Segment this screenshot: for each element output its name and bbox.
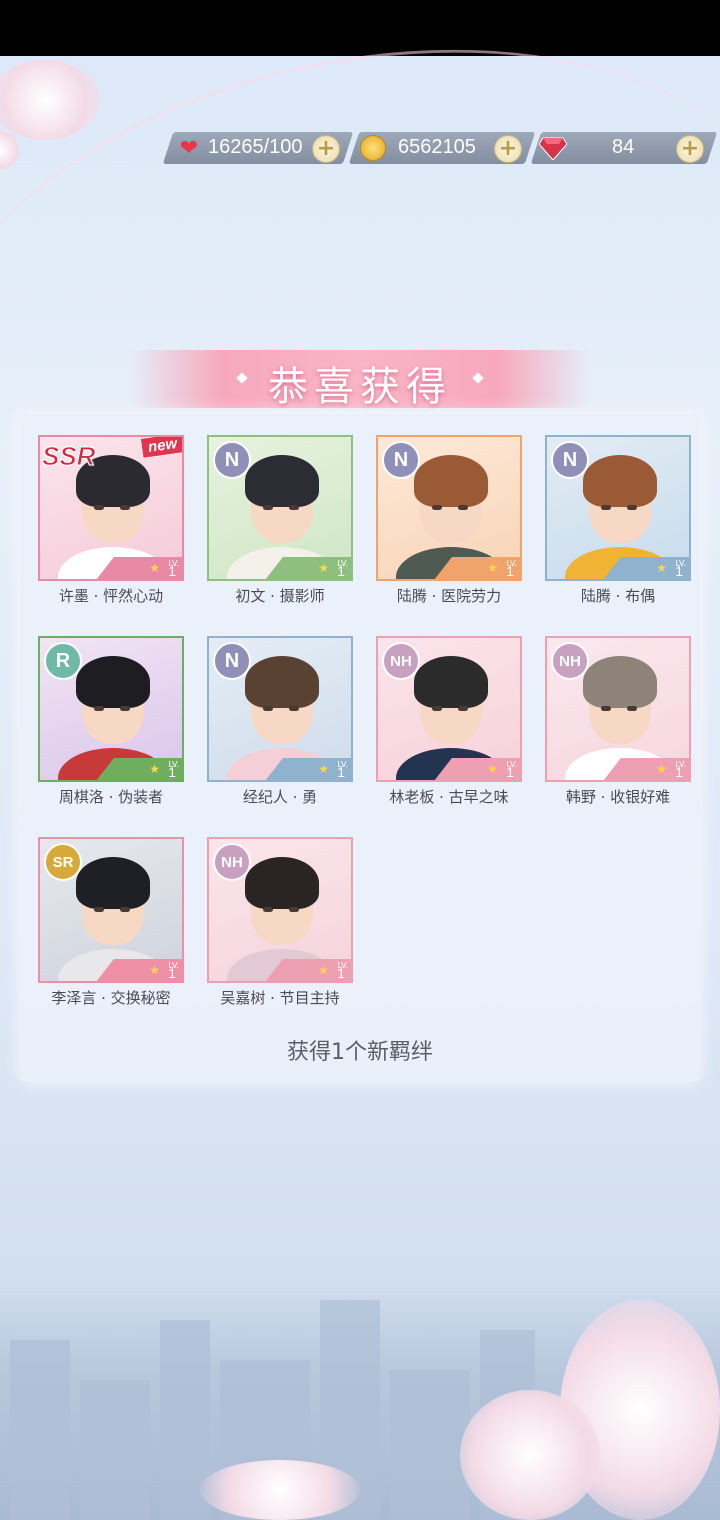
level-value: 1 xyxy=(337,764,345,780)
banner-title: 恭喜获得 xyxy=(268,364,452,410)
diamond-counter: 84 + xyxy=(530,132,718,164)
character-name: 许墨 · 怦然心动 xyxy=(58,587,164,605)
rarity-badge: SSR xyxy=(41,441,96,472)
portrait-hair xyxy=(583,455,657,507)
portrait-hair xyxy=(76,857,150,909)
portrait-hair xyxy=(245,857,319,909)
rarity-badge: NH xyxy=(551,642,589,680)
level-value: 1 xyxy=(168,764,176,780)
character-name: 经纪人 · 勇 xyxy=(242,788,318,806)
rarity-badge: N xyxy=(551,441,589,479)
star-icon: ★ xyxy=(149,561,160,575)
blossom-decoration xyxy=(200,1460,360,1520)
portrait-hair xyxy=(414,656,488,708)
portrait-eye xyxy=(120,505,130,510)
blossom-decoration xyxy=(0,130,20,170)
level-value: 1 xyxy=(675,764,683,780)
portrait-eye xyxy=(94,706,104,711)
portrait-hair xyxy=(414,455,488,507)
rarity-badge: R xyxy=(44,642,82,680)
character-card[interactable]: N ★ LV. 1 xyxy=(207,435,353,581)
rarity-badge: NH xyxy=(382,642,420,680)
add-diamond-button[interactable]: + xyxy=(676,135,704,163)
portrait-hair xyxy=(245,455,319,507)
portrait-eye xyxy=(627,706,637,711)
character-name: 陆腾 · 医院劳力 xyxy=(396,587,502,605)
portrait-eye xyxy=(263,706,273,711)
portrait-eye xyxy=(432,505,442,510)
star-icon: ★ xyxy=(656,762,667,776)
portrait-eye xyxy=(289,505,299,510)
rarity-badge: N xyxy=(213,441,251,479)
level-value: 1 xyxy=(506,764,514,780)
portrait-eye xyxy=(94,907,104,912)
level-value: 1 xyxy=(337,563,345,579)
gem-icon xyxy=(538,134,568,162)
stamina-value: 16265/100 xyxy=(208,136,303,158)
star-icon: ★ xyxy=(487,561,498,575)
coin-icon xyxy=(358,134,388,162)
congrats-banner: 恭喜获得 xyxy=(130,350,590,410)
portrait-eye xyxy=(120,907,130,912)
portrait-eye xyxy=(289,907,299,912)
character-name: 林老板 · 古早之味 xyxy=(389,788,509,806)
portrait-hair xyxy=(583,656,657,708)
blossom-decoration xyxy=(0,60,100,140)
character-name: 初文 · 摄影师 xyxy=(235,587,325,605)
character-card[interactable]: R ★ LV. 1 xyxy=(38,636,184,782)
level-value: 1 xyxy=(168,965,176,981)
character-name: 陆腾 · 布偶 xyxy=(580,587,656,605)
star-icon: ★ xyxy=(318,561,329,575)
portrait-hair xyxy=(76,656,150,708)
level-value: 1 xyxy=(675,563,683,579)
rarity-badge: N xyxy=(213,642,251,680)
portrait-eye xyxy=(458,505,468,510)
character-card[interactable]: NH ★ LV. 1 xyxy=(207,837,353,983)
character-name: 李泽言 · 交换秘密 xyxy=(51,989,171,1007)
star-icon: ★ xyxy=(149,762,160,776)
star-icon: ★ xyxy=(318,762,329,776)
portrait-eye xyxy=(289,706,299,711)
character-card[interactable]: N ★ LV. 1 xyxy=(376,435,522,581)
stamina-counter: ❤ 16265/100 + xyxy=(162,132,354,164)
portrait-eye xyxy=(263,907,273,912)
character-card[interactable]: SR ★ LV. 1 xyxy=(38,837,184,983)
star-icon: ★ xyxy=(318,963,329,977)
status-bar xyxy=(0,0,720,56)
star-icon: ★ xyxy=(149,963,160,977)
character-card[interactable]: N ★ LV. 1 xyxy=(545,435,691,581)
add-stamina-button[interactable]: + xyxy=(312,135,340,163)
rarity-badge: SR xyxy=(44,843,82,881)
character-name: 周棋洛 · 伪装者 xyxy=(58,788,164,806)
portrait-eye xyxy=(432,706,442,711)
new-bond-summary: 获得1个新羁绊 xyxy=(287,1040,433,1065)
portrait-eye xyxy=(94,505,104,510)
portrait-eye xyxy=(458,706,468,711)
character-card[interactable]: NH ★ LV. 1 xyxy=(545,636,691,782)
character-card[interactable]: N ★ LV. 1 xyxy=(207,636,353,782)
rarity-badge: N xyxy=(382,441,420,479)
gold-counter: 6562105 + xyxy=(348,132,536,164)
star-icon: ★ xyxy=(656,561,667,575)
portrait-eye xyxy=(263,505,273,510)
character-name: 韩野 · 收银好难 xyxy=(565,788,671,806)
star-icon: ★ xyxy=(487,762,498,776)
gold-value: 6562105 xyxy=(398,136,476,158)
portrait-eye xyxy=(601,505,611,510)
portrait-eye xyxy=(120,706,130,711)
character-name: 吴嘉树 · 节目主持 xyxy=(220,989,340,1007)
level-value: 1 xyxy=(168,563,176,579)
add-gold-button[interactable]: + xyxy=(494,135,522,163)
portrait-eye xyxy=(627,505,637,510)
heart-icon: ❤ xyxy=(179,135,199,161)
diamond-value: 84 xyxy=(612,136,635,158)
rarity-badge: NH xyxy=(213,843,251,881)
character-card[interactable]: NH ★ LV. 1 xyxy=(376,636,522,782)
blossom-decoration xyxy=(460,1390,600,1520)
level-value: 1 xyxy=(337,965,345,981)
character-card[interactable]: SSR new ★ LV. 1 xyxy=(38,435,184,581)
portrait-eye xyxy=(601,706,611,711)
level-value: 1 xyxy=(506,563,514,579)
portrait-hair xyxy=(245,656,319,708)
